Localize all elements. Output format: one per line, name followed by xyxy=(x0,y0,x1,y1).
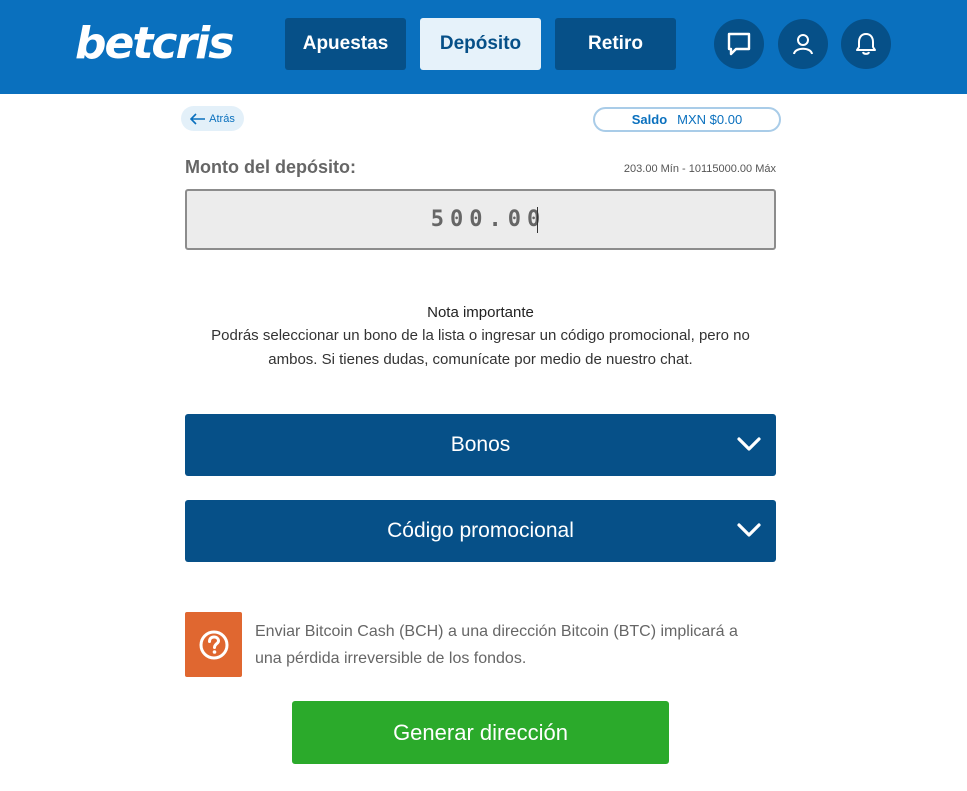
deposit-limits: 203.00 Mín - 10115000.00 Máx xyxy=(623,163,776,175)
bch-warning-text: Enviar Bitcoin Cash (BCH) a una direcció… xyxy=(255,623,738,667)
question-circle-icon xyxy=(199,630,228,659)
arrow-left-icon xyxy=(190,112,206,125)
chevron-down-icon xyxy=(737,523,761,537)
nav-apuestas-button[interactable]: Apuestas xyxy=(285,18,406,70)
deposit-amount-label: Monto del depósito: xyxy=(185,157,356,177)
warning-help-box xyxy=(185,612,242,677)
chat-button[interactable] xyxy=(714,19,764,69)
user-button[interactable] xyxy=(778,19,828,69)
nav-retiro-button[interactable]: Retiro xyxy=(555,18,676,70)
back-button[interactable]: Atrás xyxy=(181,106,244,131)
balance-badge: Saldo MXN $0.00 xyxy=(593,107,781,132)
promo-code-accordion[interactable]: Código promocional xyxy=(185,500,776,562)
bonos-accordion[interactable]: Bonos xyxy=(185,414,776,476)
balance-label: Saldo xyxy=(631,112,668,127)
chevron-down-icon xyxy=(737,437,761,451)
back-label: Atrás xyxy=(209,112,235,125)
important-note-title: Nota importante xyxy=(427,304,534,321)
balance-value: MXN $0.00 xyxy=(677,112,743,127)
deposit-amount-input[interactable] xyxy=(185,189,776,250)
bell-icon xyxy=(856,33,876,55)
nav-deposito-button[interactable]: Depósito xyxy=(420,18,541,70)
top-header: betcris Apuestas Depósito Retiro xyxy=(0,0,967,94)
chat-icon xyxy=(727,32,751,56)
text-caret xyxy=(537,207,538,233)
betcris-logo[interactable]: betcris xyxy=(75,19,234,69)
important-note-body: Podrás seleccionar un bono de la lista o… xyxy=(211,327,750,368)
user-icon xyxy=(793,34,813,55)
bonos-label: Bonos xyxy=(450,433,511,456)
generate-address-button[interactable]: Generar dirección xyxy=(292,701,669,764)
promo-code-label: Código promocional xyxy=(387,519,574,542)
notifications-button[interactable] xyxy=(841,19,891,69)
